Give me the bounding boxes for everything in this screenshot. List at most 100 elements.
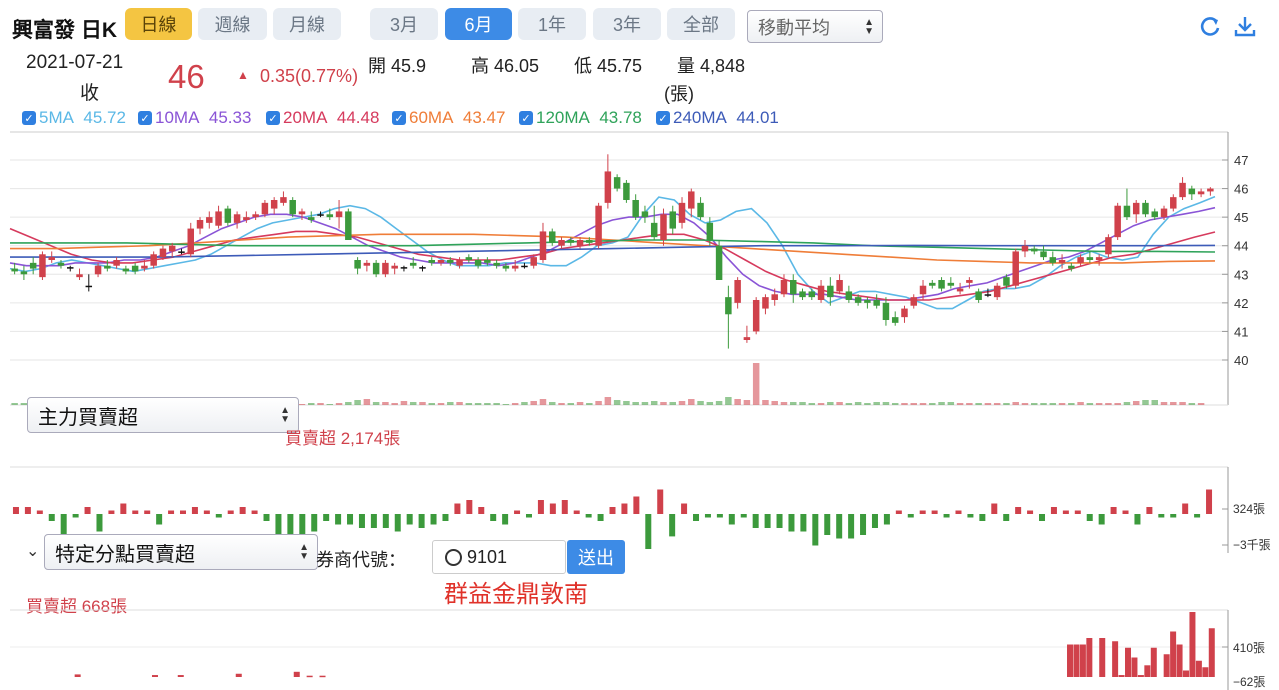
ma-value: 45.33: [208, 108, 252, 127]
volume-bar: [771, 401, 778, 405]
candle-body: [372, 262, 380, 275]
select-arrows-icon: ▲ ▼: [864, 16, 874, 37]
volume-bar: [762, 400, 769, 405]
net-bar: [716, 514, 723, 518]
indicator-select[interactable]: 移動平均 ▲ ▼: [747, 10, 883, 43]
candle-body: [456, 260, 463, 266]
net-bar: [693, 514, 700, 521]
up-arrow-icon: ▲: [237, 68, 249, 82]
candle-body: [150, 254, 157, 266]
volume-bar: [947, 402, 955, 405]
candle-body: [113, 260, 120, 266]
checkbox-icon[interactable]: ✓: [22, 111, 36, 125]
refresh-icon[interactable]: [1198, 14, 1222, 38]
ma-label: 10MA: [155, 108, 200, 127]
candle-body: [1123, 205, 1131, 218]
candle-body: [1003, 277, 1010, 286]
candle-body: [780, 280, 788, 295]
net-bar: [752, 514, 759, 528]
ma-label: 120MA: [536, 108, 590, 127]
candle-body: [1160, 208, 1168, 218]
net-bar: [728, 514, 735, 525]
candle-body: [419, 267, 426, 269]
volume-bar: [864, 403, 871, 405]
candle-body: [484, 260, 491, 263]
net-bar: [394, 514, 401, 532]
candle-body: [428, 260, 435, 263]
volume-bar: [428, 403, 435, 405]
volume-bar: [1031, 403, 1038, 405]
candle-body: [317, 214, 324, 216]
candle-body: [1142, 202, 1149, 215]
checkbox-icon[interactable]: ✓: [656, 111, 670, 125]
ma-legend-10[interactable]: ✓ 10MA 45.33: [138, 108, 251, 128]
candle-body: [465, 257, 473, 260]
net-bar: [657, 489, 664, 514]
candle-body: [261, 202, 269, 215]
candle-body: [910, 297, 917, 306]
download-icon[interactable]: [1233, 14, 1257, 38]
candle-body: [233, 214, 241, 223]
checkbox-icon[interactable]: ✓: [266, 111, 280, 125]
volume-bar: [1040, 403, 1047, 405]
main-force-select[interactable]: 主力買賣超 ▲ ▼: [27, 397, 299, 433]
candle-body: [1207, 188, 1214, 192]
volume-bar: [669, 402, 676, 405]
period-tab-3m[interactable]: 3月: [370, 8, 438, 40]
broker-code-value: 9101: [467, 546, 508, 567]
net-bar: [585, 514, 592, 518]
checkbox-icon[interactable]: ✓: [519, 111, 533, 125]
candle-body: [141, 265, 148, 269]
candle-body: [891, 317, 899, 323]
net-bar: [537, 500, 544, 514]
submit-button[interactable]: 送出: [567, 540, 625, 574]
volume-bar: [1086, 403, 1094, 405]
branch-chart[interactable]: 410張 −62張: [0, 605, 1279, 690]
branch-net-bar: [1073, 644, 1080, 677]
net-bar: [704, 514, 711, 518]
price-tick-label: 40: [1234, 353, 1248, 368]
candle-body: [586, 240, 593, 243]
volume-bar: [11, 403, 18, 405]
net-bar: [1194, 514, 1201, 518]
quote-date: 2021-07-21: [26, 52, 124, 73]
ma-legend-5[interactable]: ✓ 5MA 45.72: [22, 108, 126, 128]
candle-body: [326, 214, 334, 218]
ma-legend-240[interactable]: ✓ 240MA 44.01: [656, 108, 779, 128]
net-bar: [72, 514, 79, 518]
ma-legend-20[interactable]: ✓ 20MA 44.48: [266, 108, 379, 128]
candle-body: [864, 300, 871, 303]
period-tab-1y[interactable]: 1年: [518, 8, 586, 40]
candle-body: [206, 217, 213, 223]
range-tab-daily[interactable]: 日線: [125, 8, 192, 40]
chevron-down-icon[interactable]: ⌄: [26, 541, 39, 561]
ma-legend-120[interactable]: ✓ 120MA 43.78: [519, 108, 642, 128]
price-tick-label: 47: [1234, 153, 1248, 168]
ma-legend-60[interactable]: ✓ 60MA 43.47: [392, 108, 505, 128]
main-force-select-value: 主力買賣超: [38, 406, 138, 429]
candle-body: [474, 260, 482, 266]
net-bar: [466, 500, 473, 514]
volume-bar: [956, 403, 964, 405]
period-tab-3y[interactable]: 3年: [593, 8, 661, 40]
candle-body: [1132, 202, 1140, 215]
period-tab-all[interactable]: 全部: [667, 8, 735, 40]
volume-bar: [919, 403, 927, 405]
range-tab-weekly[interactable]: 週線: [198, 8, 267, 40]
checkbox-icon[interactable]: ✓: [138, 111, 152, 125]
range-tab-monthly[interactable]: 月線: [273, 8, 341, 40]
period-tab-6m[interactable]: 6月: [445, 8, 512, 40]
net-bar: [549, 503, 556, 514]
volume-value: 量 4,848: [677, 56, 746, 76]
volume-bar: [1132, 401, 1140, 405]
volume-bar: [298, 404, 306, 405]
checkbox-icon[interactable]: ✓: [392, 111, 406, 125]
price-tick-label: 44: [1234, 239, 1248, 254]
candle-body: [48, 257, 55, 260]
price-chart[interactable]: 47 46 45 44 43 42 41 40: [0, 130, 1279, 410]
net-bar: [561, 500, 568, 514]
broker-code-input[interactable]: 9101: [432, 540, 566, 574]
branch-select[interactable]: 特定分點買賣超 ▲ ▼: [44, 534, 318, 570]
net-bar: [1074, 510, 1081, 514]
candle-body: [104, 265, 111, 269]
